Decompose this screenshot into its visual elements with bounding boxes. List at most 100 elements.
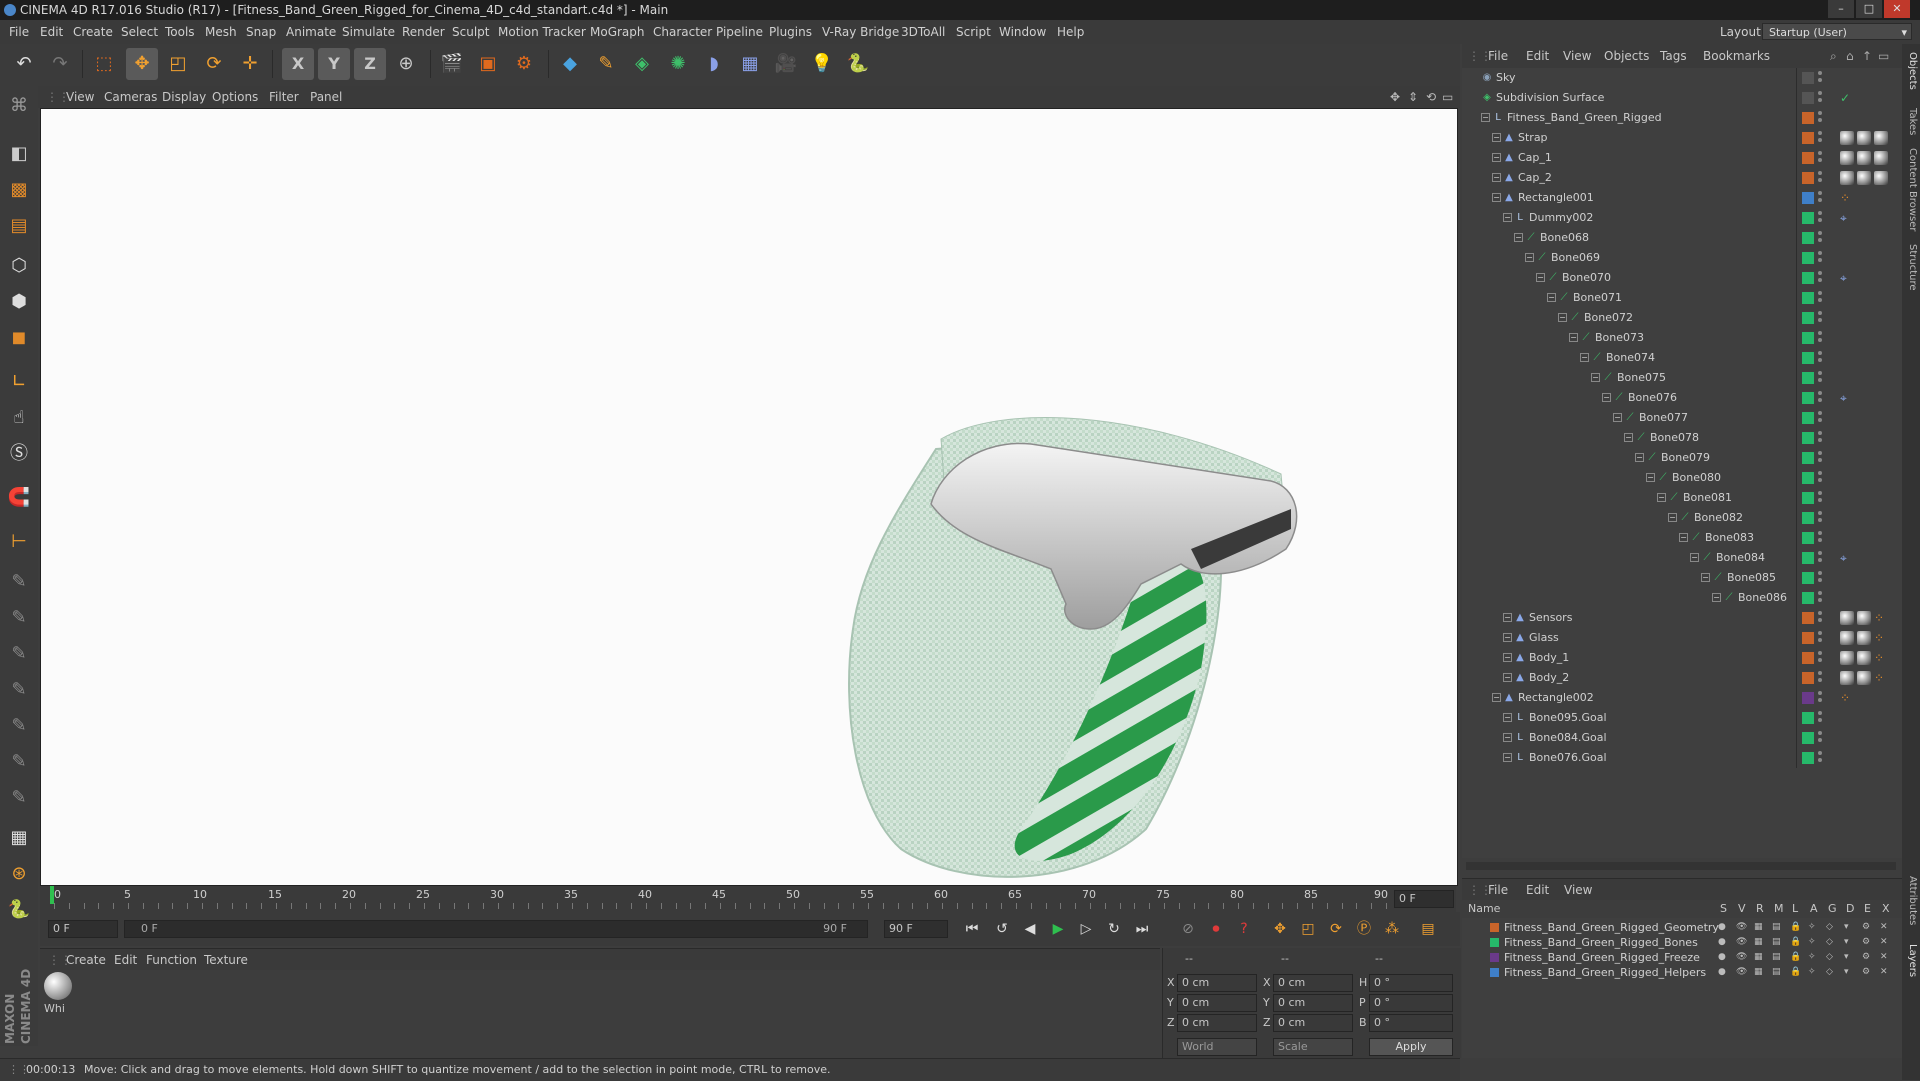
layer-col-generators[interactable]: G (1828, 900, 1837, 918)
expand-toggle-icon[interactable]: − (1690, 553, 1699, 562)
menu-sculpt[interactable]: Sculpt (452, 20, 489, 44)
layer-flag-icon[interactable]: 🔒 (1790, 965, 1801, 980)
expand-toggle-icon[interactable]: − (1503, 633, 1512, 642)
layer-color-swatch[interactable] (1802, 132, 1814, 144)
viewport-menu-panel[interactable]: Panel (310, 86, 342, 108)
move-tool-icon[interactable]: ✥ (126, 48, 158, 80)
visibility-dots[interactable] (1818, 311, 1823, 325)
material-preview-swatch[interactable] (44, 972, 72, 1000)
make-editable-icon[interactable]: ⌘ (3, 90, 35, 122)
close-button[interactable]: ✕ (1884, 0, 1910, 18)
layer-color-swatch[interactable] (1802, 392, 1814, 404)
visibility-dots[interactable] (1818, 111, 1823, 125)
object-name[interactable]: Bone078 (1650, 428, 1699, 448)
render-picture-viewer-icon[interactable]: ▣ (472, 48, 504, 80)
object-name[interactable]: Fitness_Band_Green_Rigged (1507, 108, 1662, 128)
object-name[interactable]: Rectangle002 (1518, 688, 1594, 708)
object-row[interactable]: − ⟋ Bone076 ⌖ (1462, 388, 1902, 408)
sculpt-brush-icon-7[interactable]: ✎ (3, 782, 35, 814)
material-tag-icon[interactable] (1840, 671, 1854, 685)
menu-file[interactable]: File (9, 20, 29, 44)
material-tag-icon[interactable] (1840, 651, 1854, 665)
object-name[interactable]: Bone077 (1639, 408, 1688, 428)
menu-plugins[interactable]: Plugins (769, 20, 812, 44)
current-frame-field[interactable]: 0 F (1394, 890, 1454, 908)
layer-flag-icon[interactable]: 👁 (1736, 935, 1747, 950)
menu-edit[interactable]: Edit (40, 20, 63, 44)
sculpt-brush-icon-3[interactable]: ✎ (3, 638, 35, 670)
expand-toggle-icon[interactable]: − (1503, 673, 1512, 682)
layer-flag-icon[interactable]: ▾ (1844, 965, 1849, 980)
visibility-dots[interactable] (1818, 631, 1823, 645)
key-position-icon[interactable]: ✥ (1268, 918, 1292, 940)
object-menu-view[interactable]: View (1563, 44, 1591, 68)
layer-col-name[interactable]: Name (1468, 900, 1500, 918)
end-frame-field[interactable]: 90 F (884, 920, 948, 938)
layer-flag-icon[interactable]: ▤ (1772, 935, 1781, 950)
go-to-end-icon[interactable]: ⏭ (1130, 918, 1154, 940)
coordinate-system-icon[interactable]: ⊕ (390, 48, 422, 80)
expand-toggle-icon[interactable]: − (1492, 173, 1501, 182)
ik-tag-icon[interactable]: ⌖ (1840, 211, 1854, 225)
snapping-icon[interactable]: Ⓢ (3, 438, 35, 470)
layer-col-expressions[interactable]: E (1864, 900, 1871, 918)
menu-select[interactable]: Select (121, 20, 158, 44)
object-menu-objects[interactable]: Objects (1604, 44, 1649, 68)
expand-toggle-icon[interactable]: − (1492, 133, 1501, 142)
menu-mesh[interactable]: Mesh (205, 20, 237, 44)
object-name[interactable]: Bone086 (1738, 588, 1787, 608)
object-row[interactable]: − ▲ Strap (1462, 128, 1902, 148)
object-row[interactable]: − L Bone084.Goal (1462, 728, 1902, 748)
render-view-icon[interactable]: 🎬 (436, 48, 468, 80)
layer-color-swatch[interactable] (1802, 172, 1814, 184)
visibility-dots[interactable] (1818, 651, 1823, 665)
object-row[interactable]: − ▲ Rectangle001 ⁘ (1462, 188, 1902, 208)
key-scale-icon[interactable]: ◰ (1296, 918, 1320, 940)
visibility-dots[interactable] (1818, 151, 1823, 165)
layer-flag-icon[interactable]: ▤ (1772, 965, 1781, 980)
visibility-dots[interactable] (1818, 171, 1823, 185)
viewport-menu-filter[interactable]: Filter (269, 86, 299, 108)
previous-frame-icon[interactable]: ◀ (1018, 918, 1042, 940)
frame-range-slider[interactable]: 0 F 90 F (124, 920, 868, 938)
layer-flag-icon[interactable]: ● (1718, 935, 1726, 950)
key-pla-icon[interactable]: ⁂ (1380, 918, 1404, 940)
material-tag-icon[interactable] (1840, 131, 1854, 145)
object-row[interactable]: − ⟋ Bone072 (1462, 308, 1902, 328)
expand-toggle-icon[interactable]: − (1712, 593, 1721, 602)
material-tag-icon[interactable] (1857, 171, 1871, 185)
vertex-map-tag-icon[interactable]: ⁘ (1874, 611, 1888, 625)
rotate-tool-icon[interactable]: ⟳ (198, 48, 230, 80)
layer-col-view[interactable]: V (1738, 900, 1746, 918)
size-z-field[interactable]: 0 cm (1273, 1014, 1353, 1032)
apply-button[interactable]: Apply (1369, 1038, 1453, 1056)
material-tag-icon[interactable] (1857, 611, 1871, 625)
layer-flag-icon[interactable]: ⚙ (1862, 920, 1870, 935)
timeline-ruler[interactable]: 0 5 10 15 20 25 30 35 40 45 50 55 60 65 … (40, 886, 1456, 912)
light-icon[interactable]: 💡 (806, 48, 838, 80)
menu-vray-bridge[interactable]: V-Ray Bridge (822, 20, 899, 44)
object-row[interactable]: ◉ Sky (1462, 68, 1902, 88)
menu-snap[interactable]: Snap (246, 20, 276, 44)
layer-flag-icon[interactable]: ⚙ (1862, 935, 1870, 950)
material-name[interactable]: Whi (44, 1002, 65, 1015)
visibility-dots[interactable] (1818, 751, 1823, 765)
expand-toggle-icon[interactable]: − (1525, 253, 1534, 262)
object-row[interactable]: − ⟋ Bone084 ⌖ (1462, 548, 1902, 568)
layer-color-swatch[interactable] (1802, 412, 1814, 424)
menu-script[interactable]: Script (956, 20, 991, 44)
x-axis-lock-button[interactable]: X (282, 48, 314, 80)
object-row[interactable]: − ⟋ Bone068 (1462, 228, 1902, 248)
layer-color-swatch[interactable] (1802, 472, 1814, 484)
object-name[interactable]: Body_2 (1529, 668, 1569, 688)
python-icon[interactable]: 🐍 (842, 48, 874, 80)
menu-simulate[interactable]: Simulate (342, 20, 395, 44)
object-row[interactable]: − L Dummy002 ⌖ (1462, 208, 1902, 228)
material-tag-icon[interactable] (1840, 151, 1854, 165)
up-arrow-icon[interactable]: ↑ (1862, 44, 1872, 68)
vertex-map-tag-icon[interactable]: ⁘ (1840, 691, 1854, 705)
visibility-dots[interactable] (1818, 71, 1823, 85)
object-row[interactable]: − ⟋ Bone073 (1462, 328, 1902, 348)
minimize-button[interactable]: – (1828, 0, 1854, 18)
layer-col-locked[interactable]: L (1792, 900, 1798, 918)
